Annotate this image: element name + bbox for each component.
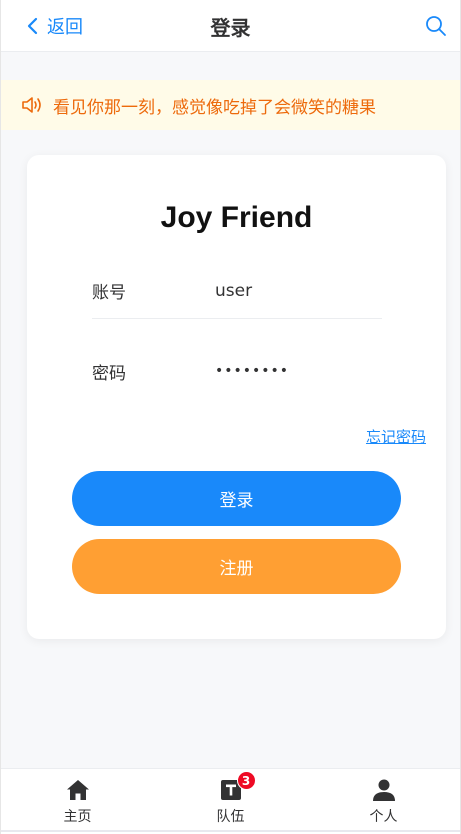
tab-home-label: 主页 bbox=[63, 809, 92, 825]
search-icon bbox=[426, 16, 446, 36]
notice-text: 看见你那一刻，感觉像吃掉了会微笑的糖果 bbox=[53, 97, 376, 118]
tab-home[interactable]: 主页 bbox=[1, 769, 154, 834]
team-badge: 3 bbox=[236, 771, 256, 790]
forgot-password-link[interactable]: 忘记密码 bbox=[366, 426, 426, 447]
tab-profile[interactable]: 个人 bbox=[307, 769, 460, 834]
nav-bar: 登录 返回 bbox=[1, 0, 460, 52]
app-root: 登录 返回 看见你那一刻，感觉像吃掉了会微笑的糖果 Joy Friend 账号 … bbox=[0, 0, 461, 834]
user-icon bbox=[371, 777, 397, 803]
tab-profile-label: 个人 bbox=[369, 809, 398, 825]
team-icon: 3 bbox=[218, 771, 256, 803]
tab-bar: 主页 3 队伍 个人 bbox=[1, 768, 460, 834]
register-button[interactable]: 注册 bbox=[72, 539, 401, 594]
account-field[interactable]: 账号 user bbox=[92, 263, 382, 319]
notice-bar: 看见你那一刻，感觉像吃掉了会微笑的糖果 bbox=[1, 80, 460, 130]
chevron-left-icon bbox=[27, 17, 38, 35]
bottom-divider bbox=[1, 830, 460, 832]
tab-team[interactable]: 3 队伍 bbox=[154, 769, 307, 834]
back-label: 返回 bbox=[47, 17, 83, 38]
search-button[interactable] bbox=[424, 14, 448, 38]
login-button[interactable]: 登录 bbox=[72, 471, 401, 526]
tab-team-label: 队伍 bbox=[216, 809, 245, 825]
account-label: 账号 bbox=[92, 283, 126, 303]
back-button[interactable]: 返回 bbox=[25, 0, 83, 52]
app-name-heading: Joy Friend bbox=[160, 201, 313, 234]
account-input[interactable]: user bbox=[215, 281, 252, 301]
password-input[interactable]: •••••••• bbox=[215, 363, 289, 379]
password-label: 密码 bbox=[92, 363, 126, 384]
volume-icon bbox=[22, 97, 41, 113]
login-card: Joy Friend 账号 user 密码 •••••••• 忘记密码 登录 注… bbox=[27, 155, 446, 639]
home-icon bbox=[65, 777, 91, 803]
password-field[interactable]: 密码 •••••••• bbox=[92, 343, 382, 399]
